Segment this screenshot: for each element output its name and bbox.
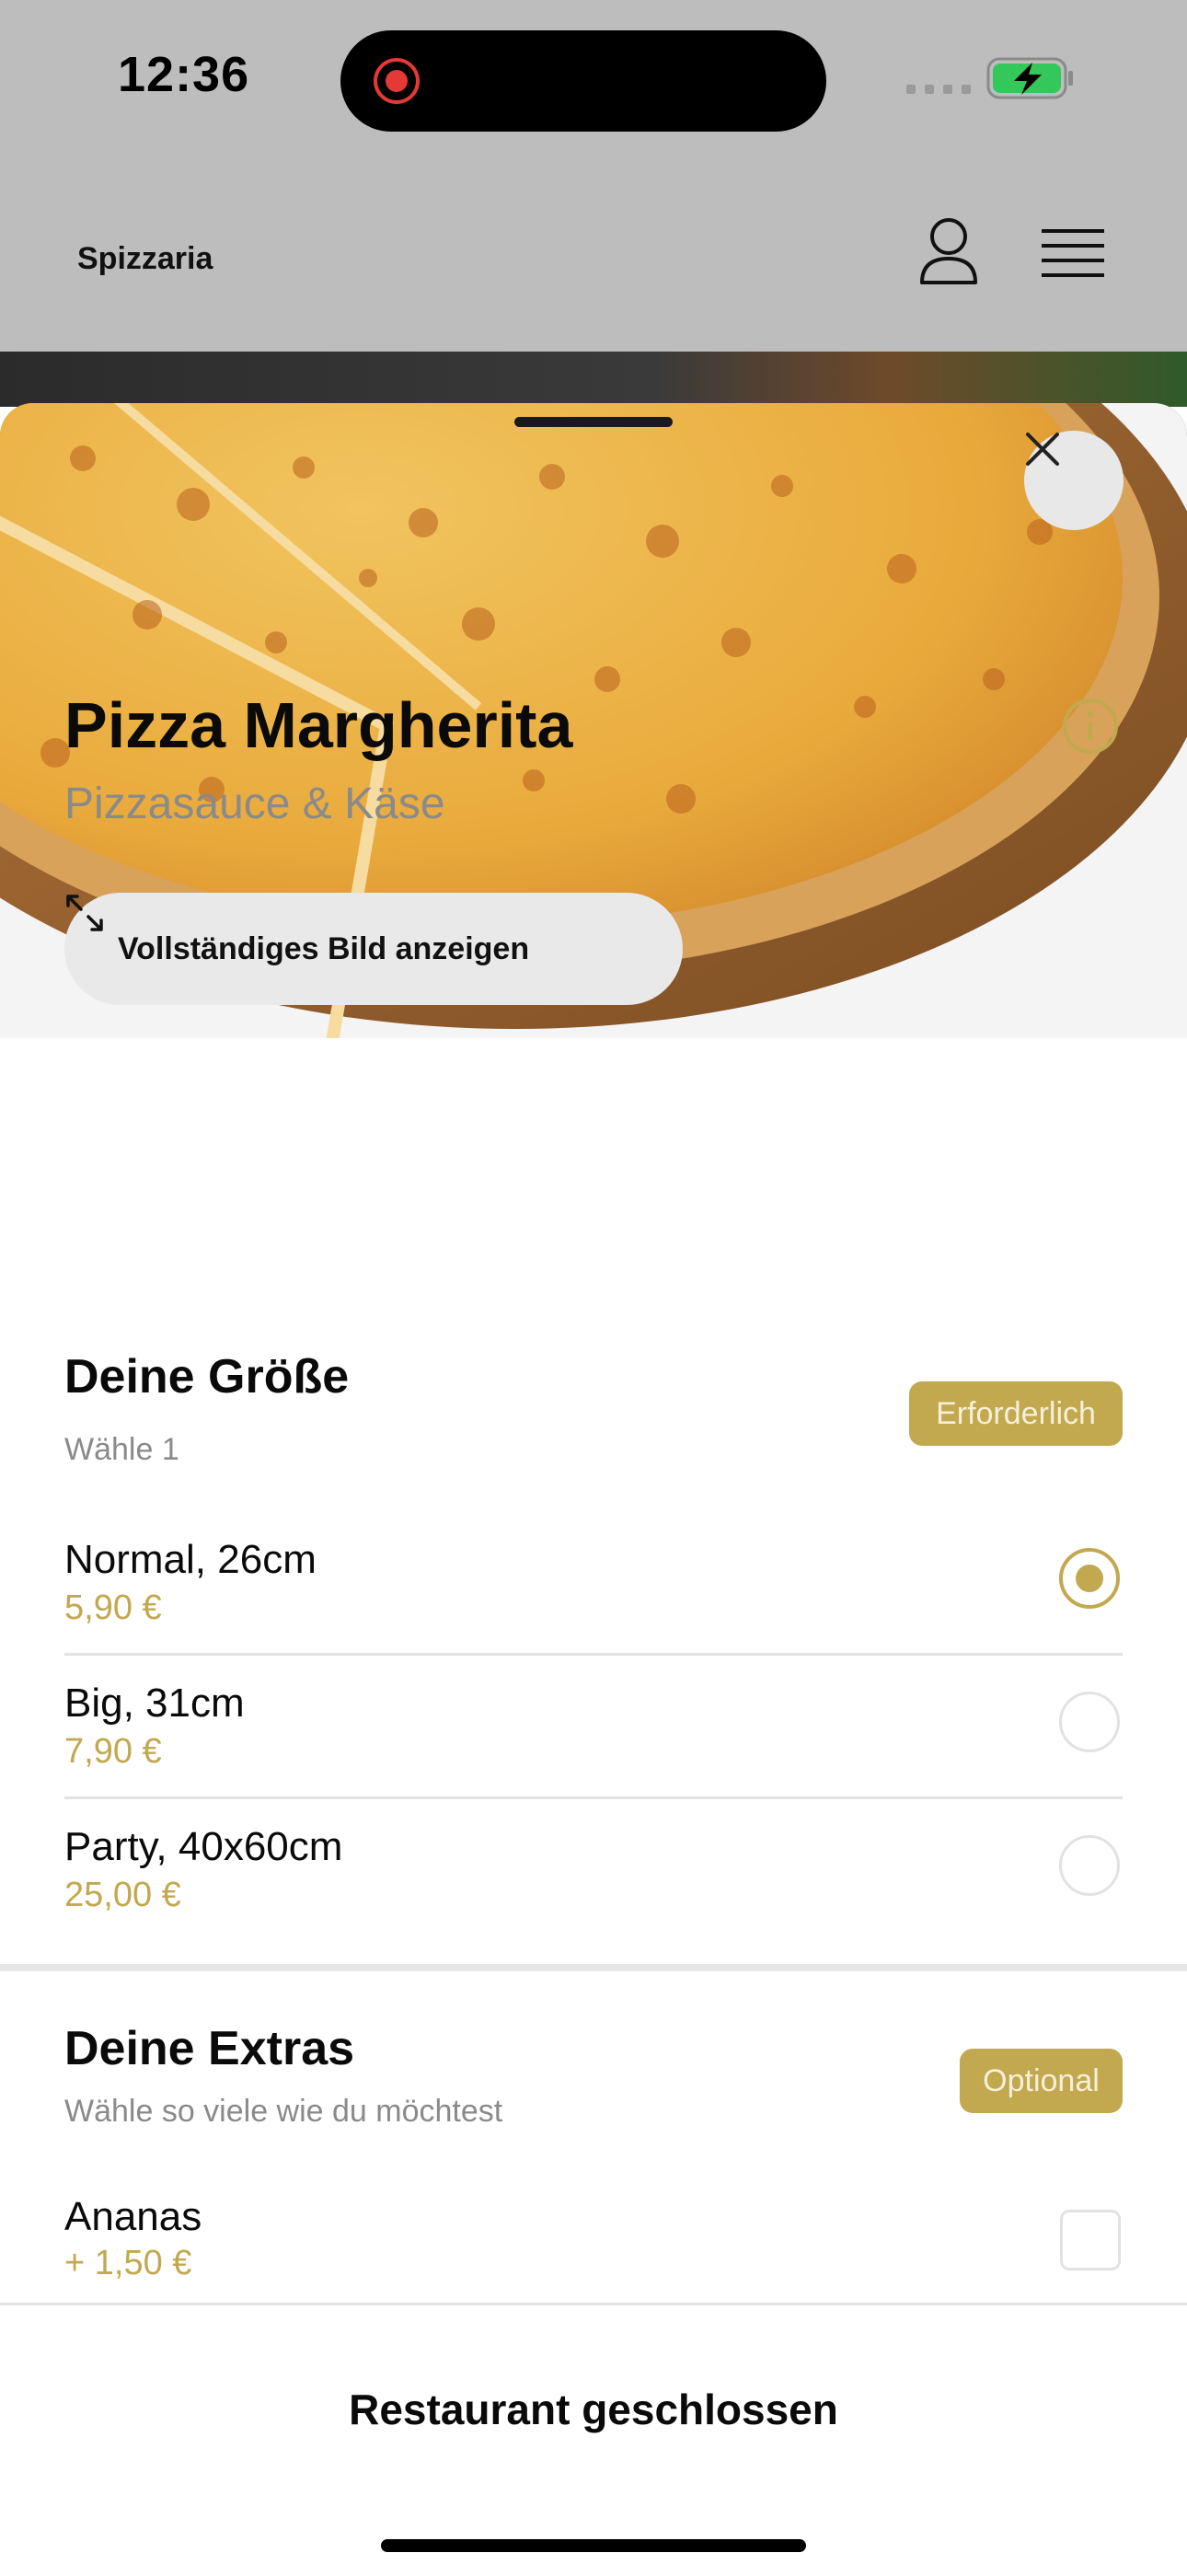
footer-bar: Restaurant geschlossen [0, 2303, 1187, 2576]
option-name: Big, 31cm [64, 1681, 245, 1726]
signal-icon [906, 85, 971, 94]
close-icon [1026, 433, 1059, 466]
brand-name[interactable]: Spizzaria [77, 241, 213, 277]
hamburger-menu-icon[interactable] [1042, 227, 1104, 279]
home-indicator[interactable] [381, 2539, 806, 2552]
optional-badge: Optional [960, 2049, 1123, 2113]
extra-item-ananas[interactable]: Ananas + 1,50 € [64, 2172, 1123, 2316]
restaurant-closed-label: Restaurant geschlossen [349, 2385, 838, 2433]
option-name: Normal, 26cm [64, 1537, 317, 1582]
info-icon[interactable] [1062, 698, 1119, 755]
extras-section-hint: Wähle so viele wie du möchtest [64, 2094, 503, 2129]
radio-button[interactable] [1059, 1835, 1120, 1896]
radio-button-selected[interactable] [1059, 1548, 1120, 1609]
size-option-normal[interactable]: Normal, 26cm 5,90 € [64, 1509, 1123, 1653]
status-bar: 12:36 [0, 0, 1187, 156]
required-badge: Erforderlich [909, 1381, 1123, 1446]
section-separator [0, 1964, 1187, 1971]
sheet-grabber[interactable] [514, 417, 673, 427]
product-description: Pizzasauce & Käse [64, 780, 445, 828]
extra-checkbox[interactable] [1060, 2210, 1121, 2270]
option-price: 7,90 € [64, 1732, 162, 1771]
size-option-big[interactable]: Big, 31cm 7,90 € [64, 1653, 1123, 1796]
radio-button[interactable] [1059, 1692, 1120, 1752]
show-full-image-button[interactable]: Vollständiges Bild anzeigen [64, 893, 683, 1005]
status-time: 12:36 [118, 47, 250, 102]
option-price: 5,90 € [64, 1588, 162, 1627]
option-price: 25,00 € [64, 1876, 181, 1914]
dynamic-island [340, 30, 826, 132]
battery-charging-icon [986, 57, 1073, 99]
expand-icon [66, 895, 103, 931]
background-page-image [0, 352, 1187, 407]
app-header: Spizzaria [0, 156, 1187, 352]
size-section-hint: Wähle 1 [64, 1432, 179, 1467]
show-full-image-label: Vollständiges Bild anzeigen [118, 930, 530, 966]
close-button[interactable] [1024, 431, 1124, 530]
extra-price: + 1,50 € [64, 2244, 192, 2282]
user-account-icon[interactable] [918, 216, 979, 284]
recording-icon [374, 58, 420, 104]
extras-section-title: Deine Extras [64, 2022, 355, 2075]
extra-name: Ananas [64, 2194, 202, 2239]
size-option-party[interactable]: Party, 40x60cm 25,00 € [64, 1796, 1123, 1940]
product-title: Pizza Margherita [64, 689, 573, 761]
size-section-title: Deine Größe [64, 1350, 350, 1404]
option-name: Party, 40x60cm [64, 1824, 343, 1869]
